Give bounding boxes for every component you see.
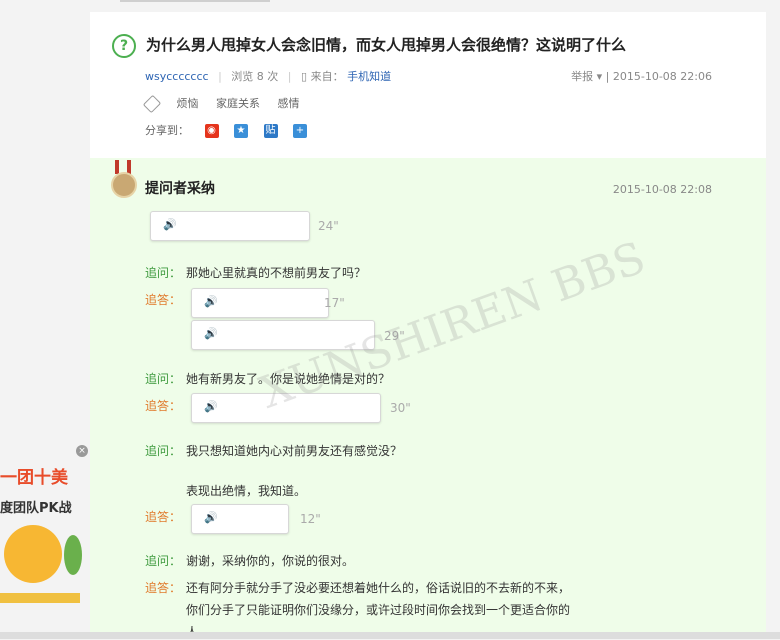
view-count: 浏览 8 次 xyxy=(231,70,279,83)
audio-wave-icon: 🔊 xyxy=(204,295,218,308)
followup-answer-text: 还有阿分手就分手了没必要还想着她什么的，俗话说旧的不去新的不来， xyxy=(186,581,571,595)
followup-ask-text: 谢谢，采纳你的，你说的很对。 xyxy=(186,554,355,568)
tag-item[interactable]: 烦恼 xyxy=(177,97,199,110)
top-divider xyxy=(120,0,270,2)
asker-link[interactable]: wsyccccccc xyxy=(145,70,209,83)
followup-ask-text: 她有新男友了。你是说她绝情是对的？ xyxy=(186,372,391,386)
followup-answer-label: 追答： xyxy=(145,510,182,524)
adopted-label: 提问者采纳 xyxy=(145,181,215,197)
tag-icon xyxy=(142,94,162,114)
voice-message[interactable]: 🔊 xyxy=(191,288,329,318)
tieba-share-icon[interactable]: 贴 xyxy=(263,124,278,138)
share-label: 分享到： xyxy=(145,124,189,137)
voice-message[interactable]: 🔊 xyxy=(191,393,381,423)
followup-ask-label: 追问： xyxy=(145,444,182,458)
phone-icon: ▯ xyxy=(301,70,308,83)
followup-ask-label: 追问： xyxy=(145,266,182,280)
side-ad[interactable]: × 一团十美 度团队PK战 xyxy=(0,445,90,615)
ad-title: 一团十美 xyxy=(0,468,68,488)
audio-wave-icon: 🔊 xyxy=(204,327,218,340)
question-meta-right: 举报 ▾ | 2015-10-08 22:06 xyxy=(571,68,712,84)
source-prefix: 来自： xyxy=(310,70,344,83)
question-title: 为什么男人甩掉女人会念旧情，而女人甩掉男人会很绝情？这说明了什么 xyxy=(146,36,627,54)
tag-list: 烦恼 家庭关系 感情 xyxy=(142,94,314,114)
voice-message[interactable]: 🔊 xyxy=(191,320,375,350)
voice-duration: 12" xyxy=(300,512,321,526)
question-icon: ? xyxy=(112,34,136,58)
ad-subtitle: 度团队PK战 xyxy=(0,501,72,516)
followup-answer-text: 你们分手了只能证明你们没缘分，或许过段时间你会找到一个更适合你的 xyxy=(186,603,571,617)
followup-ask-text: 表现出绝情，我知道。 xyxy=(186,484,307,498)
plant-icon xyxy=(64,535,82,575)
tag-item[interactable]: 感情 xyxy=(278,97,300,110)
close-icon[interactable]: × xyxy=(76,445,88,457)
orange-mascot-icon xyxy=(4,525,62,583)
separator: | xyxy=(218,70,222,83)
share-bar: 分享到： ◉ ★ 贴 + xyxy=(145,122,307,138)
chevron-down-icon[interactable]: ▾ xyxy=(597,70,603,83)
voice-duration: 30" xyxy=(390,401,411,415)
voice-duration: 17" xyxy=(324,296,345,310)
separator: | xyxy=(287,70,292,83)
qzone-share-icon[interactable]: ★ xyxy=(234,124,248,138)
more-share-icon[interactable]: + xyxy=(293,124,307,138)
separator: | xyxy=(605,70,610,83)
medal-icon xyxy=(110,160,137,198)
question-meta: wsyccccccc | 浏览 8 次 | ▯ 来自： 手机知道 xyxy=(145,68,391,84)
weibo-share-icon[interactable]: ◉ xyxy=(204,124,219,138)
followup-ask-label: 追问： xyxy=(145,554,182,568)
audio-wave-icon: 🔊 xyxy=(204,400,218,413)
voice-duration: 29" xyxy=(384,329,405,343)
adopted-answer: 提问者采纳 2015-10-08 22:08 🔊 24" 追问： 那她心里就真的… xyxy=(90,158,766,639)
followup-ask-text: 我只想知道她内心对前男友还有感觉没？ xyxy=(186,444,403,458)
report-button[interactable]: 举报 xyxy=(571,70,593,83)
voice-message[interactable]: 🔊 xyxy=(150,211,310,241)
source-link[interactable]: 手机知道 xyxy=(347,70,391,83)
voice-duration: 24" xyxy=(318,219,339,233)
voice-message[interactable]: 🔊 xyxy=(191,504,289,534)
tag-item[interactable]: 家庭关系 xyxy=(216,97,260,110)
followup-answer-label: 追答： xyxy=(145,399,182,413)
followup-ask-label: 追问： xyxy=(145,372,182,386)
ad-stage xyxy=(0,593,80,603)
audio-wave-icon: 🔊 xyxy=(163,218,177,231)
followup-answer-label: 追答： xyxy=(145,581,182,595)
question-header: ? 为什么男人甩掉女人会念旧情，而女人甩掉男人会很绝情？这说明了什么 wsycc… xyxy=(90,12,766,158)
followup-answer-label: 追答： xyxy=(145,293,182,307)
answer-time: 2015-10-08 22:08 xyxy=(612,183,712,196)
audio-wave-icon: 🔊 xyxy=(204,511,218,524)
question-time: 2015-10-08 22:06 xyxy=(612,70,712,83)
followup-ask-text: 那她心里就真的不想前男友了吗？ xyxy=(186,266,367,280)
bottom-bar xyxy=(0,632,780,639)
